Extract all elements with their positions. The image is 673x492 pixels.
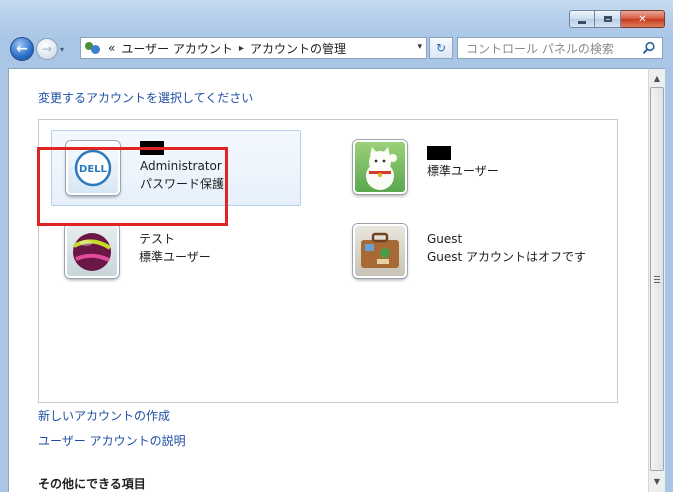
maximize-icon xyxy=(603,16,612,22)
search-icon[interactable] xyxy=(642,41,656,55)
breadcrumb-item-user-accounts[interactable]: ユーザー アカウント xyxy=(121,40,233,57)
user-accounts-icon xyxy=(84,40,102,56)
scroll-down-icon[interactable]: ▼ xyxy=(649,473,665,489)
refresh-icon: ↻ xyxy=(435,41,447,55)
account-card-guest[interactable]: Guest Guest アカウントはオフです xyxy=(339,214,589,290)
redacted-account-name xyxy=(427,146,451,160)
search-input[interactable]: コントロール パネルの検索 xyxy=(466,40,614,57)
address-bar[interactable]: « ユーザー アカウント ▸ アカウントの管理 ▾ xyxy=(80,37,427,59)
create-account-link[interactable]: 新しいアカウントの作成 xyxy=(38,407,170,424)
page-title: 変更するアカウントを選択してください xyxy=(38,91,254,105)
highlight-box xyxy=(37,147,228,226)
account-card-standard-user[interactable]: 標準ユーザー xyxy=(339,130,589,206)
lucky-cat-picture xyxy=(353,140,407,194)
arrow-left-icon: ← xyxy=(16,41,28,57)
arrow-right-icon: → xyxy=(41,42,53,56)
suitcase-picture xyxy=(353,224,407,278)
more-tasks-heading: その他にできる項目 xyxy=(38,477,146,491)
grip-icon xyxy=(654,275,660,283)
suitcase-icon xyxy=(361,232,399,268)
forward-button[interactable]: → xyxy=(36,38,58,60)
vertical-scrollbar[interactable]: ▲ ▼ xyxy=(648,68,665,492)
maximize-button[interactable] xyxy=(595,10,621,28)
back-button[interactable]: ← xyxy=(10,37,34,61)
close-icon: ✕ xyxy=(638,13,647,25)
account-status: Guest アカウントはオフです xyxy=(427,250,587,264)
purple-ball-picture xyxy=(65,224,119,278)
account-name: テスト xyxy=(139,232,176,246)
close-button[interactable]: ✕ xyxy=(621,10,665,28)
breadcrumb-separator-icon[interactable]: ▸ xyxy=(239,43,244,54)
minimize-icon xyxy=(578,20,586,24)
nav-buttons: ← → ▾ xyxy=(10,36,64,62)
purple-ball-icon xyxy=(73,233,112,271)
user-accounts-help-link[interactable]: ユーザー アカウントの説明 xyxy=(38,432,186,449)
account-role: 標準ユーザー xyxy=(139,250,211,264)
account-name: Guest xyxy=(427,232,463,246)
lucky-cat-icon xyxy=(366,147,397,190)
refresh-button[interactable]: ↻ xyxy=(429,37,453,59)
caption-buttons: ✕ xyxy=(569,10,665,28)
minimize-button[interactable] xyxy=(569,10,595,28)
scroll-thumb[interactable] xyxy=(650,87,664,471)
search-box[interactable]: コントロール パネルの検索 xyxy=(457,37,663,59)
address-dropdown-icon[interactable]: ▾ xyxy=(417,42,422,52)
account-role: 標準ユーザー xyxy=(427,164,499,178)
breadcrumb-item-manage-accounts[interactable]: アカウントの管理 xyxy=(250,40,346,57)
content-pane: 変更するアカウントを選択してください DELL Administrator パス… xyxy=(8,68,648,492)
breadcrumb-overflow[interactable]: « xyxy=(108,41,115,55)
scroll-up-icon[interactable]: ▲ xyxy=(649,70,665,86)
recent-pages-dropdown[interactable]: ▾ xyxy=(60,45,64,54)
